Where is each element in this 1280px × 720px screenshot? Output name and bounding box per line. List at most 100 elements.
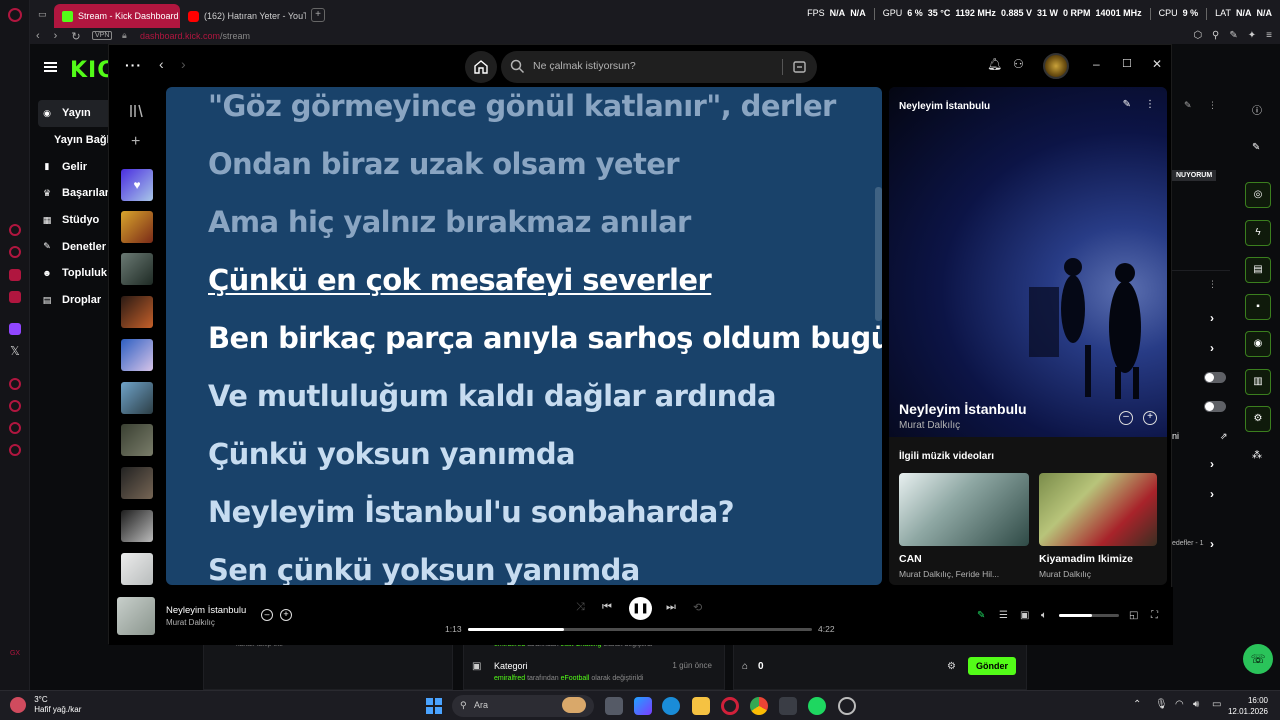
stats-icon[interactable]: ⇗ — [1220, 431, 1228, 442]
now-playing-view-icon[interactable]: ✎ — [977, 610, 985, 621]
library-item[interactable] — [121, 424, 153, 456]
store-icon[interactable] — [779, 697, 797, 715]
snapshot-icon[interactable]: ⚲ — [1212, 30, 1219, 41]
chevron-right-icon[interactable]: › — [1210, 487, 1214, 501]
minimize-icon[interactable]: – — [1093, 57, 1100, 71]
pen-icon[interactable]: ✎ — [1229, 30, 1237, 41]
chevron-right-icon[interactable]: › — [1210, 341, 1214, 355]
setting-toggle[interactable] — [1204, 401, 1226, 412]
tools-action-button[interactable]: ⚙ — [1245, 406, 1271, 432]
file-explorer-icon[interactable] — [692, 697, 710, 715]
lyrics-scrollbar[interactable] — [875, 187, 882, 321]
url-field[interactable]: dashboard.kick.com/stream — [140, 31, 250, 41]
extensions-icon[interactable] — [9, 422, 21, 434]
nav-forward-icon[interactable]: › — [181, 56, 186, 72]
setting-toggle[interactable] — [1204, 372, 1226, 383]
volume-icon[interactable]: 🔈︎ — [1041, 610, 1047, 621]
more-icon[interactable]: ⋮ — [1208, 100, 1217, 111]
reload-icon[interactable]: ↻ — [71, 30, 80, 43]
extensions-puzzle-icon[interactable]: ⬡ — [1193, 30, 1202, 41]
previous-icon[interactable]: ⏮︎ — [602, 601, 612, 614]
lyric-line[interactable]: Çünkü yoksun yanımda — [208, 437, 576, 471]
x-icon[interactable]: 𝕏 — [8, 344, 22, 358]
start-icon[interactable] — [426, 698, 442, 714]
library-item[interactable] — [121, 467, 153, 499]
taskbar-search[interactable]: ⚲ Ara — [452, 695, 594, 717]
now-playing-title[interactable]: Neyleyim İstanbulu — [899, 401, 1027, 417]
camera-action-button[interactable]: ◎ — [1245, 182, 1271, 208]
related-video-thumbnail[interactable] — [1039, 473, 1157, 546]
repeat-icon[interactable]: ⟲ — [693, 601, 702, 614]
lightning-action-button[interactable]: ϟ — [1245, 220, 1271, 246]
opera-gx-icon[interactable] — [721, 697, 739, 715]
send-button[interactable]: Gönder — [967, 657, 1016, 675]
lyric-line[interactable]: Ondan biraz uzak olsam yeter — [208, 147, 680, 181]
shuffle-icon[interactable]: ⤨ — [576, 601, 585, 614]
edit-icon[interactable]: ✎ — [1184, 100, 1192, 111]
library-item[interactable] — [121, 382, 153, 414]
microphone-icon[interactable]: 🎙︎ — [1155, 699, 1168, 710]
next-icon[interactable]: ⏭︎ — [666, 601, 676, 614]
player-icon[interactable] — [9, 378, 21, 390]
info-icon[interactable]: ⓘ — [1252, 102, 1262, 117]
create-playlist-icon[interactable]: + — [131, 133, 140, 151]
forward-icon[interactable]: › — [54, 30, 58, 43]
store-icon[interactable]: ⌂ — [742, 661, 748, 672]
lyric-line[interactable]: Ve mutluluğum kaldı dağlar ardında — [208, 379, 777, 413]
track-artist[interactable]: Murat Dalkılıç — [166, 618, 215, 627]
pause-button[interactable]: ❚❚ — [629, 597, 652, 620]
new-tab-button[interactable]: + — [311, 8, 325, 22]
broadcast-action-button[interactable]: ◉ — [1245, 331, 1271, 357]
remove-icon[interactable]: – — [261, 609, 273, 621]
weather-widget[interactable]: 3°C Hafif yağ./kar — [10, 695, 81, 715]
edge-icon[interactable] — [662, 697, 680, 715]
lyric-line[interactable]: Neyleyim İstanbul'u sonbaharda? — [208, 495, 735, 529]
close-icon[interactable]: ✕ — [1152, 57, 1162, 71]
more-options-icon[interactable]: ··· — [125, 57, 142, 73]
twitch-icon[interactable] — [9, 323, 21, 335]
mail-icon[interactable] — [9, 291, 21, 303]
wifi-icon[interactable]: ◠ — [1175, 699, 1184, 710]
related-video-thumbnail[interactable] — [899, 473, 1029, 546]
lyric-line[interactable]: Ama hiç yalnız bırakmaz anılar — [208, 205, 691, 239]
related-video-artist[interactable]: Murat Dalkılıç — [1039, 569, 1091, 579]
chevron-right-icon[interactable]: › — [1210, 311, 1214, 325]
tab-kick-dashboard[interactable]: Stream - Kick Dashboard — [54, 4, 180, 28]
tab-menu-icon[interactable]: ▭ — [38, 9, 47, 20]
liked-songs-icon[interactable]: ♥ — [121, 169, 153, 201]
feed-category[interactable]: eFootball — [561, 675, 590, 682]
chevron-right-icon[interactable]: › — [1210, 457, 1214, 471]
ai-icon[interactable]: ✦ — [1248, 30, 1256, 41]
more-icon[interactable]: ⋮ — [1145, 99, 1155, 110]
volume-slider[interactable] — [1059, 614, 1119, 617]
nav-back-icon[interactable]: ‹ — [159, 56, 164, 72]
notifications-icon[interactable]: 🔔︎ — [987, 57, 1002, 71]
back-icon[interactable]: ‹ — [36, 30, 40, 43]
chat-settings-icon[interactable]: ⚙ — [947, 661, 956, 672]
menu-icon[interactable] — [44, 62, 57, 72]
connect-device-icon[interactable]: ▣ — [1020, 610, 1029, 621]
add-icon[interactable]: + — [280, 609, 292, 621]
search-box[interactable]: Ne çalmak istiyorsun? — [501, 51, 817, 83]
print-action-button[interactable]: ▥ — [1245, 369, 1271, 395]
spotify-icon[interactable] — [808, 697, 826, 715]
flow-icon[interactable] — [9, 246, 21, 258]
opera-logo-icon[interactable] — [8, 8, 22, 22]
support-bubble-icon[interactable]: ☏ — [1243, 644, 1273, 674]
pencil-icon[interactable]: ✎ — [1252, 142, 1260, 153]
miniplayer-icon[interactable]: ◱ — [1129, 610, 1138, 621]
notes-action-button[interactable]: ▤ — [1245, 257, 1271, 283]
home-button[interactable] — [465, 51, 497, 83]
history-icon[interactable] — [9, 400, 21, 412]
chat-action-button[interactable]: ▪ — [1245, 294, 1271, 320]
library-item[interactable] — [121, 339, 153, 371]
add-to-playlist-icon[interactable]: + — [1143, 411, 1157, 425]
lyric-line[interactable]: "Göz görmeyince gönül katlanır", derler — [208, 89, 836, 123]
edit-icon[interactable]: ✎ — [1123, 99, 1131, 110]
browse-icon[interactable] — [792, 59, 807, 74]
battery-icon[interactable]: ▭ — [1212, 699, 1221, 710]
task-view-icon[interactable] — [605, 697, 623, 715]
aria-icon[interactable] — [9, 224, 21, 236]
library-item[interactable] — [121, 211, 153, 243]
library-item[interactable] — [121, 296, 153, 328]
